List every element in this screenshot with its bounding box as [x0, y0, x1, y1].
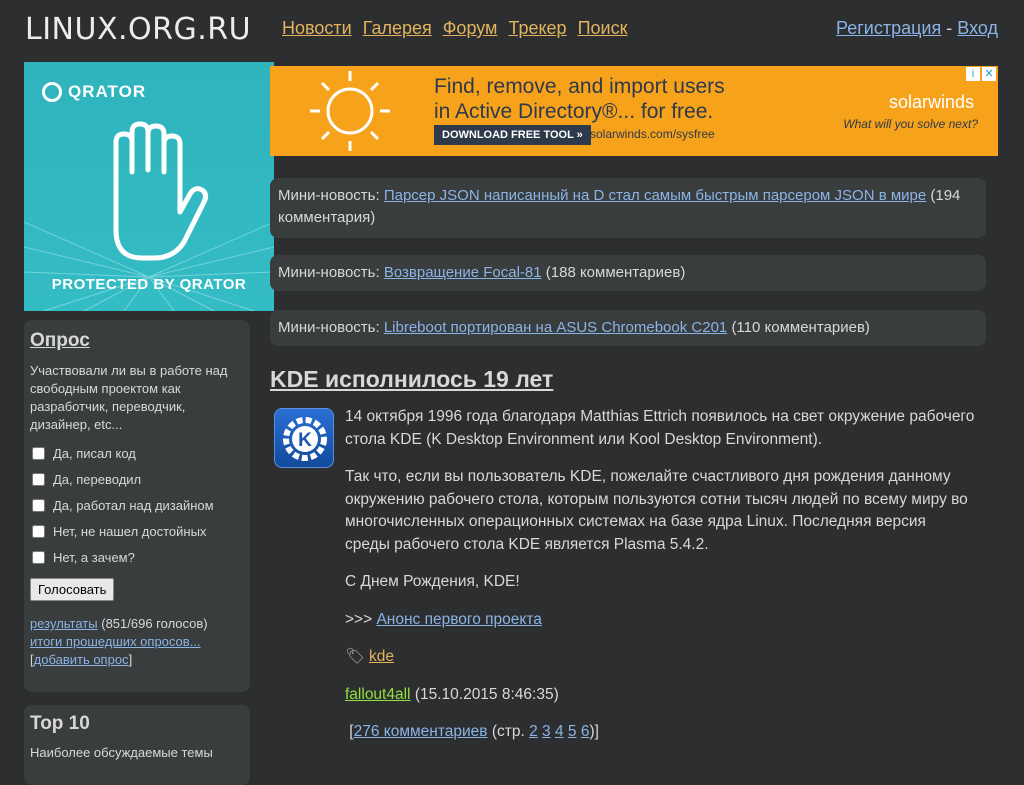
poll-option[interactable]: Нет, а зачем?	[30, 550, 244, 565]
poll-option[interactable]: Да, работал над дизайном	[30, 498, 244, 513]
mini-news-item: Мини-новость: Libreboot портирован на AS…	[270, 310, 986, 346]
mini-news-comments: (110 комментариев)	[731, 319, 870, 336]
mini-news-comments: (188 комментариев)	[545, 264, 686, 281]
poll-option[interactable]: Да, переводил	[30, 472, 244, 487]
nav-gallery[interactable]: Галерея	[363, 18, 432, 38]
register-link[interactable]: Регистрация	[836, 18, 941, 38]
ad-url: solarwinds.com/sysfree	[590, 127, 715, 141]
ad-download-button[interactable]: DOWNLOAD FREE TOOL »	[434, 125, 591, 145]
poll-results-count: (851/696 голосов)	[101, 616, 208, 631]
article-paragraph: Так что, если вы пользователь KDE, пожел…	[345, 468, 968, 553]
poll-meta: результаты (851/696 голосов) итоги проше…	[30, 615, 244, 669]
poll-checkbox[interactable]	[32, 473, 45, 486]
poll-question: Участвовали ли вы в работе над свободным…	[30, 363, 228, 432]
site-logo[interactable]: LINUX.ORG.RU	[25, 12, 251, 47]
ad-slogan: What will you solve next?	[843, 117, 978, 131]
ad-info-icon[interactable]: i	[966, 67, 980, 81]
mini-news-prefix: Мини-новость:	[278, 187, 380, 204]
comments-row: [276 комментариев (стр. 2 3 4 5 6)]	[345, 723, 599, 740]
poll-checkbox[interactable]	[32, 499, 45, 512]
pages-suffix: )	[589, 723, 595, 740]
qrator-label: PROTECTED BY QRATOR	[51, 276, 247, 293]
page-link[interactable]: 4	[555, 723, 564, 740]
author-link[interactable]: fallout4all	[345, 686, 411, 703]
article-link-row: >>> Анонс первого проекта	[345, 609, 975, 632]
qrator-logo-icon	[42, 82, 62, 102]
qrator-banner[interactable]: QRATOR PROTECTED BY QRATOR	[24, 62, 274, 311]
top10-subtitle: Наиболее обсуждаемые темы	[30, 745, 213, 760]
login-link[interactable]: Вход	[957, 18, 998, 38]
ad-headline: Find, remove, and import users in Active…	[434, 75, 725, 123]
nav-tracker[interactable]: Трекер	[508, 18, 566, 38]
poll-checkbox[interactable]	[32, 551, 45, 564]
nav-search[interactable]: Поиск	[578, 18, 628, 38]
mini-news-link[interactable]: Парсер JSON написанный на D стал самым б…	[384, 187, 926, 204]
poll-title[interactable]: Опрос	[30, 330, 90, 351]
top10-box: Top 10 Наиболее обсуждаемые темы	[24, 705, 250, 785]
mini-news-item: Мини-новость: Парсер JSON написанный на …	[270, 178, 986, 238]
pages-prefix: (стр.	[491, 723, 525, 740]
mini-news-link[interactable]: Libreboot портирован на ASUS Chromebook …	[384, 319, 727, 336]
poll-option[interactable]: Да, писал код	[30, 446, 244, 461]
tag-kde[interactable]: kde	[369, 648, 394, 665]
post-date: (15.10.2015 8:46:35)	[414, 685, 559, 703]
main-nav: Новости Галерея Форум Трекер Поиск	[282, 18, 633, 39]
article-paragraph: 14 октября 1996 года благодаря Matthias …	[345, 408, 975, 448]
solarwinds-ad[interactable]: Find, remove, and import users in Active…	[270, 66, 998, 156]
top10-title: Top 10	[30, 713, 90, 734]
kde-logo-icon: K	[274, 408, 334, 468]
article-paragraph: С Днем Рождения, KDE!	[345, 573, 520, 590]
article-body: 14 октября 1996 года благодаря Matthias …	[345, 406, 975, 759]
qrator-brand: QRATOR	[42, 82, 146, 102]
bracket-close: ]	[128, 652, 133, 667]
svg-text:K: K	[298, 430, 312, 451]
vote-button[interactable]: Голосовать	[30, 578, 115, 601]
mini-news-link[interactable]: Возвращение Focal-81	[384, 264, 542, 281]
poll-option[interactable]: Нет, не нашел достойных	[30, 524, 244, 539]
tags-row: 🏷 kde	[345, 646, 975, 669]
ad-sun-icon	[310, 71, 390, 151]
mini-news-prefix: Мини-новость:	[278, 319, 380, 336]
nav-news[interactable]: Новости	[282, 18, 352, 38]
close-icon[interactable]: ✕	[982, 67, 996, 81]
poll-checkbox[interactable]	[32, 447, 45, 460]
page-link[interactable]: 2	[529, 723, 538, 740]
mini-news-prefix: Мини-новость:	[278, 264, 380, 281]
poll-history-link[interactable]: итоги прошедших опросов...	[30, 634, 201, 649]
page-link[interactable]: 3	[542, 723, 551, 740]
ad-controls: i ✕	[966, 67, 996, 81]
comments-link[interactable]: 276 комментариев	[354, 723, 488, 740]
link-prefix: >>>	[345, 610, 373, 628]
poll-results-link[interactable]: результаты	[30, 616, 98, 631]
article-title[interactable]: KDE исполнилось 19 лет	[270, 366, 553, 392]
page-link[interactable]: 5	[568, 723, 577, 740]
poll-add-link[interactable]: добавить опрос	[34, 652, 129, 667]
ad-brand: solarwinds	[888, 92, 974, 112]
news-article: KDE исполнилось 19 лет K 14 октября 1996…	[270, 366, 986, 740]
auth-separator: -	[946, 18, 953, 38]
author-row: fallout4all (15.10.2015 8:46:35)	[345, 684, 975, 707]
tag-icon: 🏷	[345, 648, 365, 665]
auth-links: Регистрация - Вход	[836, 18, 998, 39]
poll-box: Опрос Участвовали ли вы в работе над сво…	[24, 320, 250, 692]
mini-news-item: Мини-новость: Возвращение Focal-81 (188 …	[270, 255, 986, 291]
poll-checkbox[interactable]	[32, 525, 45, 538]
nav-forum[interactable]: Форум	[443, 18, 498, 38]
announcement-link[interactable]: Анонс первого проекта	[376, 611, 541, 628]
